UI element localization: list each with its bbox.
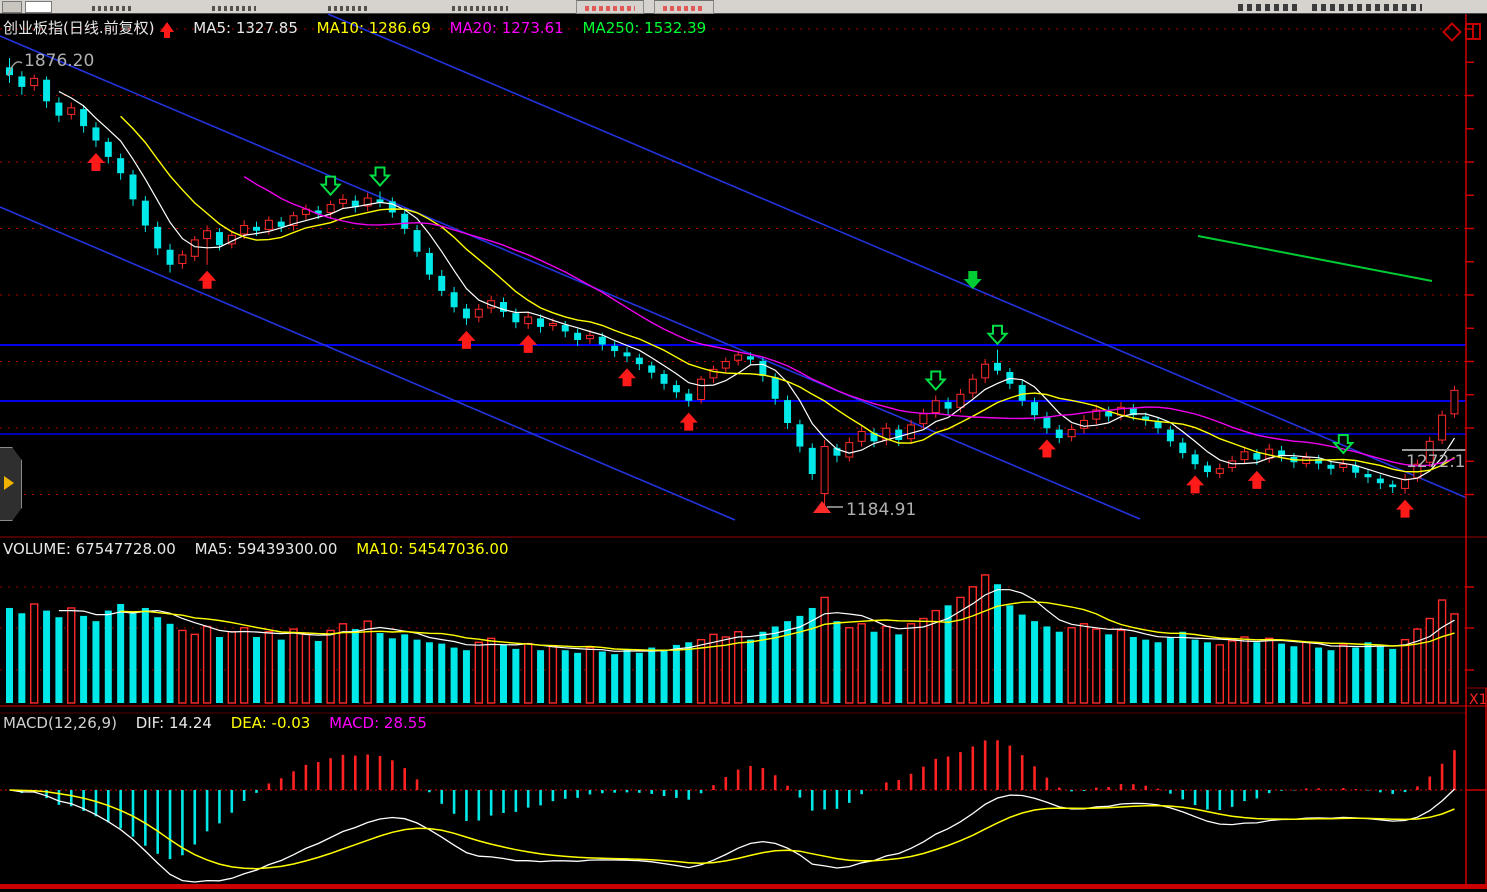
dea-readout: DEA: -0.03 — [231, 714, 311, 732]
svg-text:1876.20: 1876.20 — [24, 51, 94, 71]
price-pane-header: 创业板指(日线.前复权) MA5: 1327.85 MA10: 1286.69 … — [3, 17, 720, 38]
svg-text:1184.91: 1184.91 — [846, 500, 916, 520]
right-price-axis[interactable]: X1 — [1466, 14, 1487, 889]
volume-ma5-readout: MA5: 59439300.00 — [195, 540, 338, 558]
sidebar-drawer-handle[interactable] — [0, 447, 22, 521]
expand-arrow-icon — [4, 476, 14, 490]
up-trend-icon — [160, 22, 174, 32]
menu-status-fragment — [1312, 4, 1422, 11]
zoom-level-label: X1 — [1469, 692, 1487, 708]
chart-corner-tools — [1445, 23, 1481, 40]
menu-button-right[interactable] — [654, 0, 714, 14]
macd-readout: MACD: 28.55 — [329, 714, 427, 732]
ma250-readout: MA250: 1532.39 — [583, 19, 707, 37]
menu-item-fragment[interactable] — [452, 6, 508, 11]
system-menu-icon[interactable] — [2, 1, 22, 13]
chart-canvas[interactable]: 1876.20 1184.91 1272.1 X1 — [0, 13, 1487, 892]
split-window-icon[interactable] — [1465, 23, 1481, 40]
ma10-readout: MA10: 1286.69 — [317, 19, 431, 37]
ma20-readout: MA20: 1273.61 — [450, 19, 564, 37]
ma5-readout: MA5: 1327.85 — [193, 19, 298, 37]
trend-lines[interactable] — [0, 14, 1467, 520]
macd-title: MACD(12,26,9) — [3, 714, 117, 732]
dif-readout: DIF: 14.24 — [136, 714, 212, 732]
diamond-marker-icon[interactable] — [1442, 22, 1462, 42]
gridlines — [0, 29, 1487, 889]
macd-pane-header: MACD(12,26,9) DIF: 14.24 DEA: -0.03 MACD… — [3, 714, 441, 732]
menu-item-fragment[interactable] — [328, 6, 370, 11]
menu-input-box[interactable] — [25, 1, 52, 13]
volume-readout: VOLUME: 67547728.00 — [3, 540, 176, 558]
price-annotations: 1876.20 1184.91 1272.1 — [8, 51, 1466, 520]
menu-status-fragment — [1238, 4, 1298, 11]
menu-button-left[interactable] — [576, 0, 644, 14]
candlesticks[interactable] — [6, 58, 1458, 510]
menu-item-fragment[interactable] — [92, 6, 134, 11]
volume-pane-header: VOLUME: 67547728.00 MA5: 59439300.00 MA1… — [3, 540, 523, 558]
macd-plot[interactable] — [10, 740, 1455, 882]
menu-item-fragment[interactable] — [212, 6, 256, 11]
menu-bar[interactable] — [0, 0, 1487, 14]
trading-app-window: 创业板指(日线.前复权) MA5: 1327.85 MA10: 1286.69 … — [0, 0, 1487, 892]
signal-arrows — [87, 153, 1414, 518]
instrument-title: 创业板指(日线.前复权) — [3, 19, 154, 37]
svg-text:1272.1: 1272.1 — [1406, 452, 1465, 472]
volume-bars[interactable] — [6, 575, 1458, 703]
volume-ma10-readout: MA10: 54547036.00 — [356, 540, 508, 558]
